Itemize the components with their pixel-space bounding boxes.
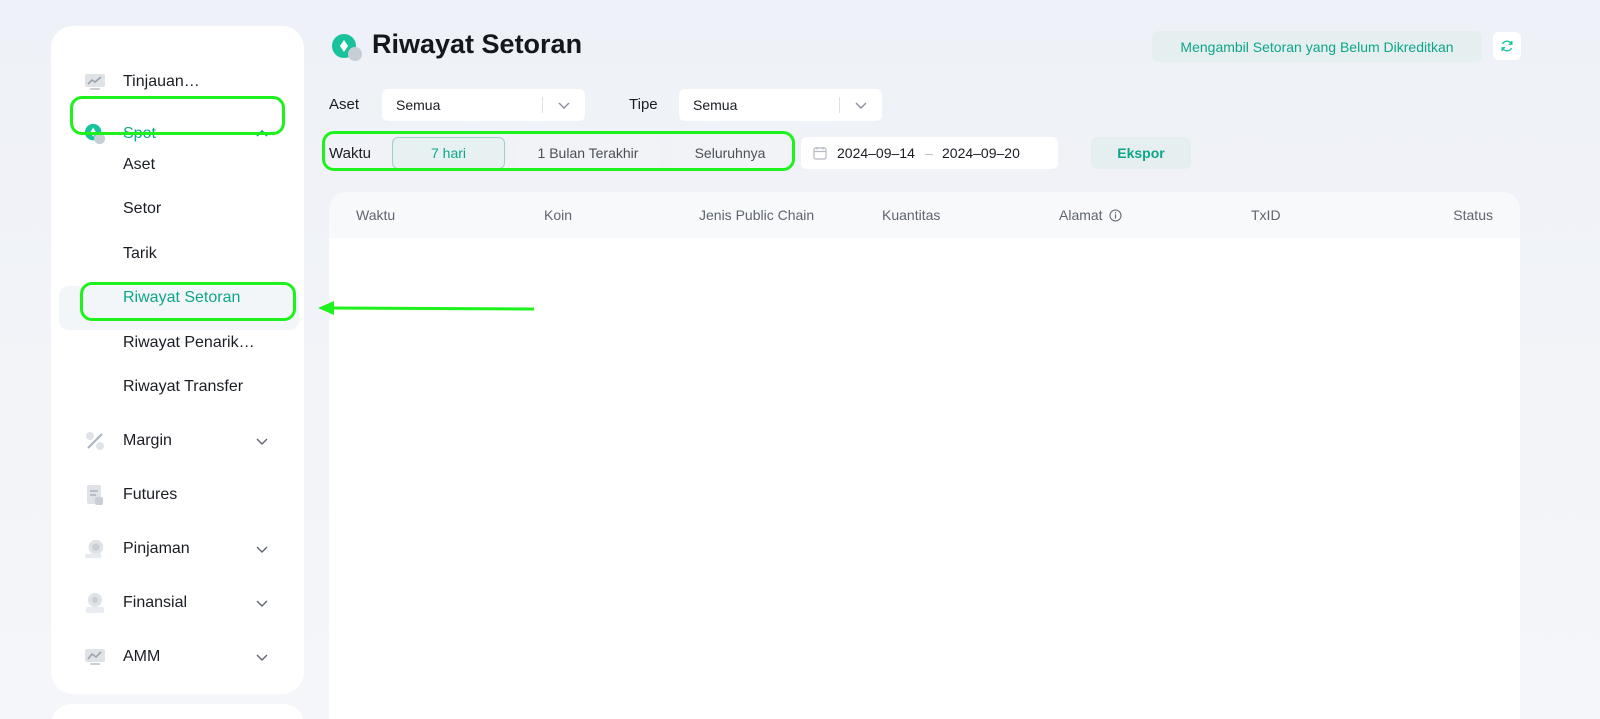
- sidebar-item-label: Tinjauan…: [123, 73, 200, 90]
- column-header-chain-type: Jenis Public Chain: [699, 207, 815, 223]
- date-separator: –: [925, 145, 933, 161]
- select-divider: [542, 97, 543, 113]
- sidebar-item-finansial[interactable]: Finansial: [51, 583, 304, 623]
- sidebar-item-label: Finansial: [123, 594, 188, 611]
- calendar-icon: [813, 147, 827, 160]
- chevron-down-icon: [855, 102, 867, 109]
- sub-item-aset[interactable]: Aset: [123, 156, 155, 174]
- column-header-time: Waktu: [356, 207, 396, 223]
- refresh-icon: [1501, 40, 1513, 52]
- futures-icon: [84, 484, 106, 506]
- sidebar-item-futures[interactable]: Futures: [51, 475, 304, 515]
- loan-icon: [84, 538, 106, 560]
- deposit-history-table: Waktu Koin Jenis Public Chain Kuantitas …: [329, 192, 1520, 719]
- column-header-coin: Koin: [544, 207, 573, 223]
- fetch-uncredited-deposits-button[interactable]: Mengambil Setoran yang Belum Dikreditkan: [1152, 31, 1482, 62]
- chevron-down-icon: [256, 600, 268, 607]
- sidebar-item-label: Margin: [123, 432, 172, 449]
- sidebar-item-label: AMM: [123, 648, 161, 665]
- sidebar-item-label: Pinjaman: [123, 540, 190, 557]
- highlight-riwayat-setoran: [80, 282, 296, 321]
- date-end[interactable]: 2024–09–20: [942, 145, 1020, 161]
- sub-item-tarik[interactable]: Tarik: [123, 245, 157, 263]
- sidebar-secondary-panel: [51, 704, 304, 719]
- chevron-down-icon: [256, 438, 268, 445]
- sidebar-item-pinjaman[interactable]: Pinjaman: [51, 529, 304, 569]
- finance-icon: [84, 592, 106, 614]
- sidebar-item-margin[interactable]: Margin: [51, 421, 304, 461]
- info-icon[interactable]: [1109, 209, 1122, 222]
- highlight-spot: [70, 96, 285, 135]
- table-header: Waktu Koin Jenis Public Chain Kuantitas …: [329, 192, 1520, 238]
- column-header-txid: TxID: [1251, 207, 1281, 223]
- column-header-address: Alamat: [1059, 207, 1122, 223]
- asset-select[interactable]: Semua: [382, 89, 585, 121]
- type-filter-label: Tipe: [629, 96, 658, 113]
- page-title: Riwayat Setoran: [372, 29, 583, 59]
- chevron-down-icon: [256, 546, 268, 553]
- date-start[interactable]: 2024–09–14: [837, 145, 915, 161]
- column-header-status: Status: [1453, 207, 1493, 223]
- sub-item-riwayat-transfer[interactable]: Riwayat Transfer: [123, 378, 243, 396]
- chevron-down-icon: [256, 654, 268, 661]
- refresh-button[interactable]: [1493, 32, 1521, 60]
- date-range-picker[interactable]: 2024–09–14 – 2024–09–20: [801, 137, 1058, 169]
- highlight-time-filter: [322, 131, 795, 171]
- chevron-down-icon: [558, 102, 570, 109]
- select-divider: [839, 97, 840, 113]
- sidebar-item-label: Futures: [123, 486, 178, 503]
- sidebar-item-amm[interactable]: AMM: [51, 637, 304, 677]
- column-header-quantity: Kuantitas: [882, 207, 941, 223]
- asset-select-value: Semua: [396, 97, 441, 113]
- sub-item-setor[interactable]: Setor: [123, 200, 161, 218]
- annotation-arrow: [318, 301, 535, 315]
- type-select[interactable]: Semua: [679, 89, 882, 121]
- amm-icon: [84, 646, 106, 668]
- export-button[interactable]: Ekspor: [1091, 137, 1191, 169]
- asset-filter-label: Aset: [329, 96, 360, 113]
- spot-title-icon: [332, 34, 362, 61]
- sub-item-riwayat-penarikan[interactable]: Riwayat Penarik…: [123, 334, 255, 352]
- overview-icon: [84, 71, 106, 93]
- type-select-value: Semua: [693, 97, 738, 113]
- margin-icon: [84, 430, 106, 452]
- column-header-address-label: Alamat: [1059, 207, 1103, 223]
